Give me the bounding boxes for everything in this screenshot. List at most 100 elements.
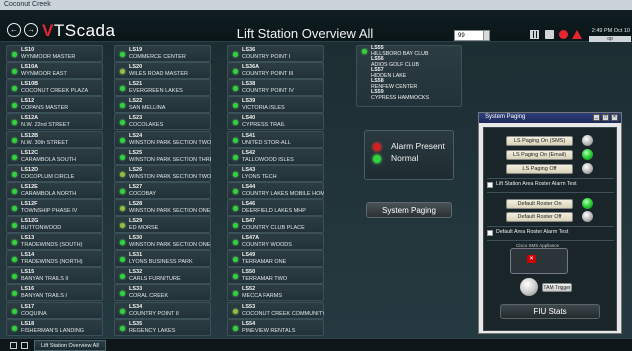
station-tile[interactable]: LS43 LYONS TECH <box>227 164 324 182</box>
station-code: LS19 <box>129 47 143 53</box>
status-dot-icon <box>120 188 125 194</box>
station-tile[interactable]: LS19 COMMERCE CENTER <box>114 45 211 62</box>
ls-paging-email-button[interactable]: LS Paging On (Email) <box>506 150 573 160</box>
status-dot-icon <box>233 103 238 109</box>
station-tile[interactable]: LS12E CARAMBOLA NORTH <box>6 181 103 199</box>
station-tile[interactable]: LS39 VICTORIA ISLES <box>227 96 324 114</box>
station-tile[interactable]: LS12D COCOPLUM CIRCLE <box>6 164 103 182</box>
station-tile[interactable]: LS50 TERRAMAR TWO <box>227 267 324 285</box>
station-tile[interactable]: LS29 ED MORSE <box>114 216 211 233</box>
station-tile[interactable]: LS10A WYNMOOR EAST <box>6 62 103 80</box>
station-tile[interactable]: LS34 COUNTRY POINT II <box>114 301 211 319</box>
station-code: LS10B <box>21 81 39 88</box>
menu-icon[interactable] <box>10 342 17 349</box>
status-dot-icon <box>120 171 125 177</box>
station-tile[interactable]: LS14 TRADEWINDS (NORTH) <box>6 250 103 268</box>
system-paging-button[interactable]: System Paging <box>366 202 452 218</box>
station-name: COCOBAY <box>129 190 157 197</box>
station-tile[interactable]: LS12A N.W. 22nd STREET <box>6 113 103 131</box>
station-tile[interactable]: LS18 FISHERMAN'S LANDING <box>6 318 103 336</box>
station-tile[interactable]: LS25 WINSTON PARK SECTION THREE <box>114 147 211 165</box>
warning-icon[interactable] <box>572 30 582 39</box>
station-tile[interactable]: LS38 COUNTRY POINT IV <box>227 79 324 97</box>
grid-icon[interactable] <box>530 30 539 39</box>
station-tile[interactable]: LS20 WILES ROAD MASTER <box>114 62 211 80</box>
station-tile[interactable]: LS40 CYPRESS TRAIL <box>227 113 324 131</box>
status-dot-icon <box>120 154 125 160</box>
station-tile[interactable]: LS49 TERRAMAR ONE <box>227 250 324 268</box>
station-tile[interactable]: LS35 REGENCY LAKES <box>114 318 211 336</box>
station-name: BANYAN TRAILS I <box>21 293 67 300</box>
windows-icon[interactable] <box>21 342 28 349</box>
page-number-input[interactable]: 99 <box>454 30 484 41</box>
station-name: REGENCY LAKES <box>129 327 176 334</box>
station-tile[interactable]: LS28 WINSTON PARK SECTION ONE <box>114 198 211 216</box>
station-tile[interactable]: LS31 LYONS BUSINESS PARK <box>114 250 211 268</box>
station-tile[interactable]: LS36A COUNTRY POINT III <box>227 62 324 80</box>
station-group-tile[interactable]: LS55 HILLSBORO BAY CLUB LS56 ADIOS GOLF CLU… <box>356 45 462 107</box>
status-dot-icon <box>12 86 17 92</box>
fiu-stats-button[interactable]: FIU Stats <box>500 304 600 319</box>
default-roster-off-button[interactable]: Default Roster Off <box>506 212 573 222</box>
station-name: EVERGREEN LAKES <box>129 88 183 95</box>
printer-icon[interactable] <box>545 30 554 39</box>
station-tile[interactable]: LS41 UNITED STOR-ALL <box>227 130 324 148</box>
station-tile[interactable]: LS17 COQUINA <box>6 301 103 319</box>
minimize-icon[interactable]: _ <box>593 114 600 121</box>
station-tile[interactable]: LS12F TOWNSHIP PHASE IV <box>6 198 103 216</box>
station-tile[interactable]: LS42 TALLOWOOD ISLES <box>227 147 324 165</box>
station-tile[interactable]: LS47A COUNTRY WOODS <box>227 233 324 251</box>
station-code: LS25 <box>129 149 143 156</box>
station-tile[interactable]: LS52 MECCA FARMS <box>227 284 324 302</box>
back-icon[interactable]: ← <box>7 23 21 37</box>
station-tile[interactable]: LS27 COCOBAY <box>114 181 211 199</box>
forward-icon[interactable]: → <box>24 23 38 37</box>
station-tile[interactable]: LS21 EVERGREEN LAKES <box>114 79 211 97</box>
station-tile[interactable]: LS12C CARAMBOLA SOUTH <box>6 147 103 165</box>
station-tile[interactable]: LS33 CORAL CREEK <box>114 284 211 302</box>
station-tile[interactable]: LS36 COUNTRY POINT I <box>227 45 324 62</box>
station-tile[interactable]: LS22 SAN MELLINA <box>114 96 211 114</box>
station-code: LS36 <box>242 47 256 53</box>
page-number-spinner[interactable] <box>483 30 490 41</box>
ls-alarm-test-checkbox[interactable]: Lift Station Area Roster Alarm Test <box>487 181 611 190</box>
station-tile[interactable]: LS32 CARLS FURNITURE <box>114 267 211 285</box>
station-tile[interactable]: LS15 BANYAN TRAILS II <box>6 267 103 285</box>
tab-lift-station-overview[interactable]: Lift Station Overview All <box>34 340 106 351</box>
station-name: CARAMBOLA NORTH <box>21 190 77 197</box>
station-tile[interactable]: LS12 COPANS MASTER <box>6 96 103 114</box>
station-tile[interactable]: LS10B COCONUT CREEK PLAZA <box>6 79 103 97</box>
paging-window-titlebar[interactable]: System Paging _ □ × <box>479 113 621 123</box>
ls-paging-off-button[interactable]: LS Paging Off <box>506 164 573 174</box>
station-tile[interactable]: LS13 TRADEWINDS (SOUTH) <box>6 233 103 251</box>
station-tile[interactable]: LS53COCONUT CREEK COMMUNITY CENTER <box>227 301 324 319</box>
maximize-icon[interactable]: □ <box>602 114 609 121</box>
station-tile[interactable]: LS24 WINSTON PARK SECTION TWO <box>114 130 211 148</box>
checkbox-icon[interactable] <box>487 182 493 188</box>
station-tile[interactable]: LS54 PINEVIEW RENTALS <box>227 318 324 336</box>
checkbox-icon[interactable] <box>487 230 493 236</box>
status-dot-icon <box>120 308 125 314</box>
close-icon[interactable]: × <box>611 114 618 121</box>
station-tile[interactable]: LS30 WINSTON PARK SECTION ONE-A <box>114 233 211 251</box>
station-tile[interactable]: LS26 WINSTON PARK SECTION TWO <box>114 164 211 182</box>
default-roster-on-led-icon <box>582 198 593 209</box>
station-tile[interactable]: LS12B N.W. 30th STREET <box>6 130 103 148</box>
station-tile[interactable]: LS12G BUTTONWOOD <box>6 216 103 233</box>
station-tile[interactable]: LS23 COCOLAKES <box>114 113 211 131</box>
default-roster-on-button[interactable]: Default Roster On <box>506 199 573 209</box>
tam-trigger-button[interactable]: TAM Trigger <box>542 283 572 292</box>
station-tile[interactable]: LS46 DEERFIELD LAKES MHP <box>227 198 324 216</box>
roster-alarm-test-checkbox[interactable]: Default Area Roster Alarm Test <box>487 229 611 238</box>
ls-paging-sms-button[interactable]: LS Paging On (SMS) <box>506 136 573 146</box>
station-tile[interactable]: LS16 BANYAN TRAILS I <box>6 284 103 302</box>
station-tile[interactable]: LS10 WYNMOOR MASTER <box>6 45 103 62</box>
station-name: COUNTRY POINT III <box>242 71 294 78</box>
status-dot-icon <box>233 120 238 126</box>
top-toolbar: ← → VTScada Lift Station Overview All 99… <box>0 10 632 43</box>
station-tile[interactable]: LS44COUNTRY LAKES MOBILE HOME PARK <box>227 181 324 199</box>
sms-appliance-box[interactable]: × <box>510 248 568 274</box>
station-tile[interactable]: LS47 COUNTRY CLUB PLACE <box>227 216 324 233</box>
station-code: LS28 <box>129 200 143 207</box>
alert-icon[interactable] <box>559 30 568 39</box>
